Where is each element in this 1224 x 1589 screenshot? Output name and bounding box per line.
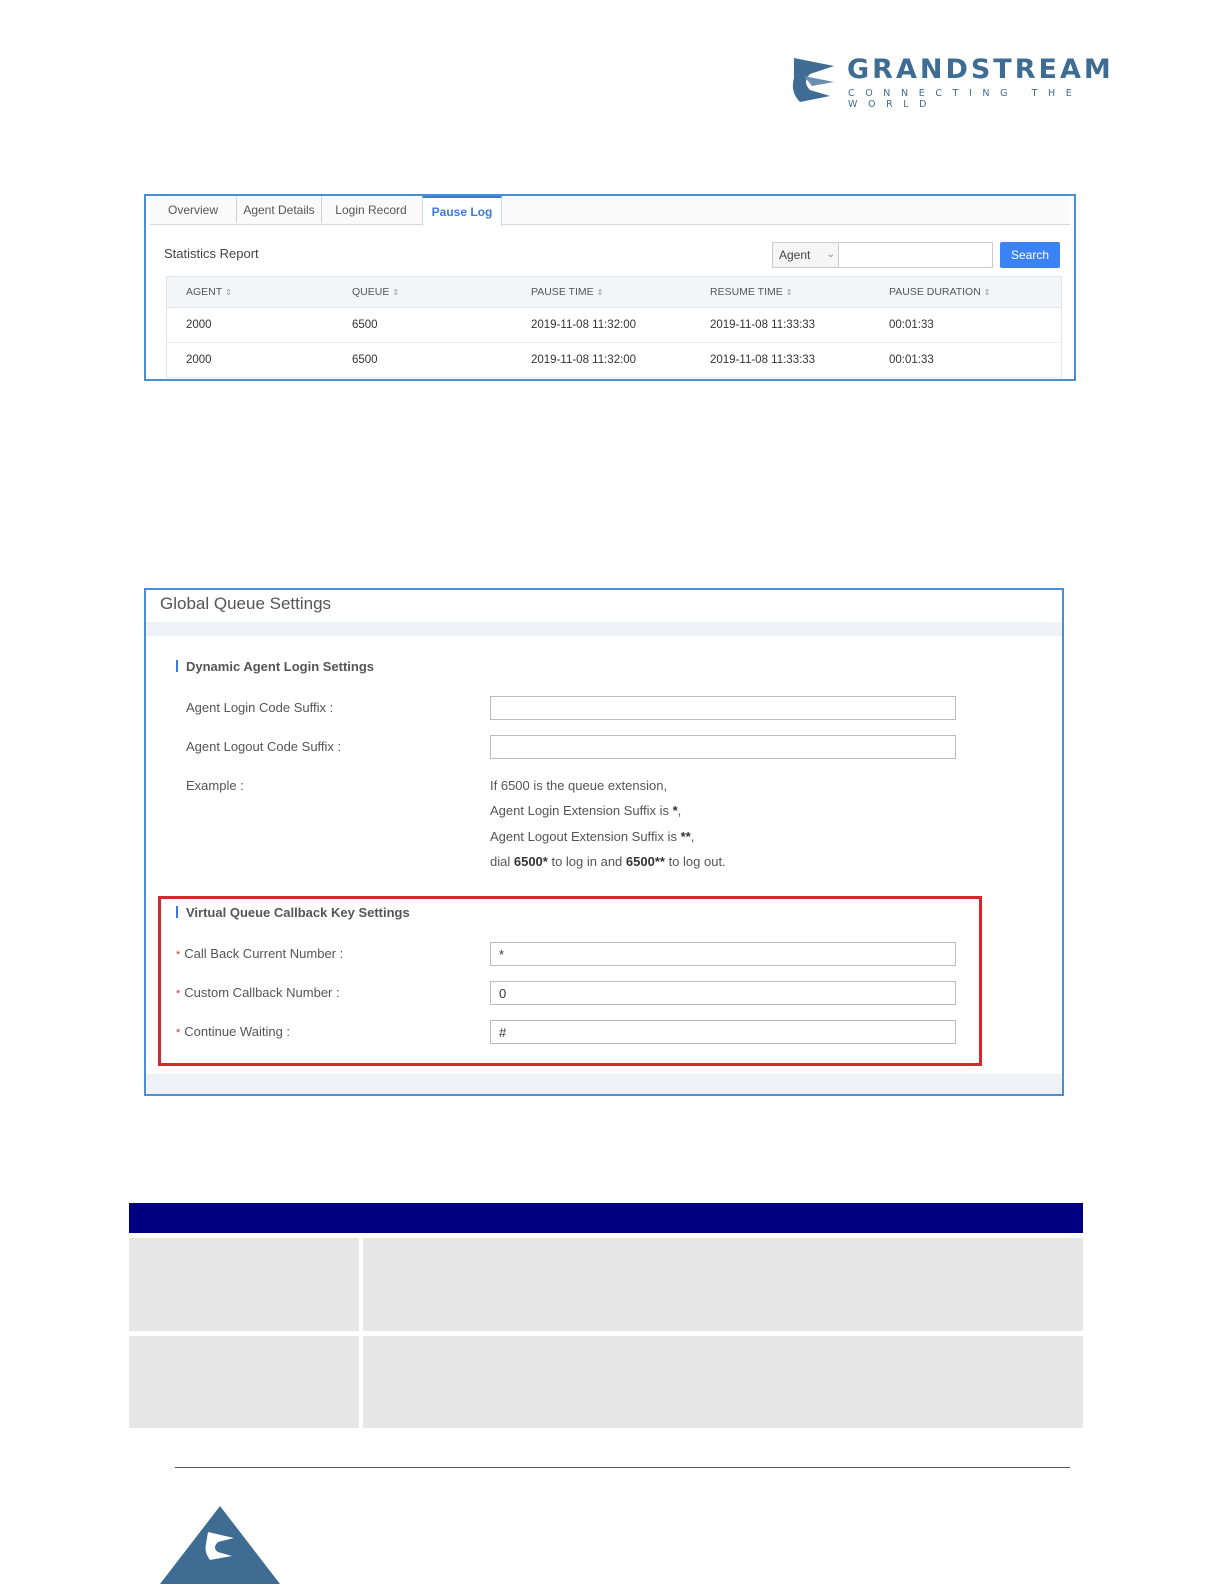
agent-logout-code-input[interactable] <box>490 735 956 759</box>
filter-select[interactable]: Agent ⌄ <box>772 242 842 268</box>
section-accent-bar <box>176 660 178 672</box>
column-header-resume-time[interactable]: RESUME TIME ⇕ <box>710 286 792 298</box>
cell-pause-duration: 00:01:33 <box>889 319 934 331</box>
cell-agent: 2000 <box>186 354 212 366</box>
cell-pause-time: 2019-11-08 11:32:00 <box>531 319 637 331</box>
column-header-pause-time[interactable]: PAUSE TIME ⇕ <box>531 286 603 298</box>
sort-icon: ⇕ <box>225 288 232 297</box>
dynamic-agent-login-heading: Dynamic Agent Login Settings <box>176 659 374 674</box>
required-mark: * <box>176 949 181 961</box>
grandstream-swirl-icon <box>792 58 834 102</box>
agent-login-code-input[interactable] <box>490 696 956 720</box>
sort-icon: ⇕ <box>983 288 991 297</box>
column-header-queue[interactable]: QUEUE ⇕ <box>352 286 399 298</box>
table-row: 2000 6500 2019-11-08 11:32:00 2019-11-08… <box>167 342 1061 378</box>
section-accent-bar <box>176 906 178 918</box>
search-input[interactable] <box>838 242 993 268</box>
cell-pause-time: 2019-11-08 11:32:00 <box>531 354 637 366</box>
description-table-cell <box>129 1336 359 1428</box>
grandstream-logo: GRANDSTREAM CONNECTING THE WORLD <box>790 52 1120 110</box>
search-button[interactable]: Search <box>1000 242 1060 268</box>
footer-divider <box>175 1467 1070 1468</box>
example-label: Example : <box>186 778 244 793</box>
cell-resume-time: 2019-11-08 11:33:33 <box>710 319 816 331</box>
description-table-cell <box>363 1336 1083 1428</box>
continue-waiting-input[interactable]: # <box>490 1020 956 1044</box>
agent-login-code-label: Agent Login Code Suffix : <box>186 700 334 715</box>
filter-select-value: Agent <box>779 248 811 262</box>
agent-logout-code-label: Agent Logout Code Suffix : <box>186 739 342 754</box>
cell-resume-time: 2019-11-08 11:33:33 <box>710 354 816 366</box>
chevron-down-icon: ⌄ <box>826 249 835 260</box>
required-mark: * <box>176 988 181 1000</box>
cell-queue: 6500 <box>352 354 378 366</box>
custom-callback-number-input[interactable]: 0 <box>490 981 956 1005</box>
sort-icon: ⇕ <box>392 288 400 297</box>
title-divider-band <box>146 622 1062 636</box>
page-title: Global Queue Settings <box>160 594 332 613</box>
custom-callback-number-label: * Custom Callback Number : <box>176 985 340 1000</box>
tab-bar: Overview Agent Details Login Record Paus… <box>150 196 1070 226</box>
cell-agent: 2000 <box>186 319 212 331</box>
column-header-agent[interactable]: AGENT ⇕ <box>186 286 232 298</box>
example-line-4: dial 6500* to log in and 6500** to log o… <box>490 854 726 869</box>
tab-agent-details[interactable]: Agent Details <box>237 196 322 223</box>
call-back-current-number-label: * Call Back Current Number : <box>176 946 344 961</box>
pause-log-screenshot: Overview Agent Details Login Record Paus… <box>144 194 1076 381</box>
cell-pause-duration: 00:01:33 <box>889 354 934 366</box>
tab-pause-log[interactable]: Pause Log <box>422 196 502 226</box>
sort-icon: ⇕ <box>596 288 604 297</box>
footer-band <box>146 1074 1062 1094</box>
brand-name: GRANDSTREAM <box>847 54 1114 85</box>
table-header: AGENT ⇕ QUEUE ⇕ PAUSE TIME ⇕ RESUME TIME ⇕ P… <box>167 277 1061 308</box>
tab-overview[interactable]: Overview <box>150 196 237 223</box>
pause-log-table: AGENT ⇕ QUEUE ⇕ PAUSE TIME ⇕ RESUME TIME ⇕ P… <box>166 276 1062 379</box>
statistics-report-title: Statistics Report <box>164 246 259 261</box>
continue-waiting-label: * Continue Waiting : <box>176 1024 291 1039</box>
example-line-2: Agent Login Extension Suffix is *, <box>490 803 682 818</box>
description-table-cell <box>363 1238 1083 1331</box>
call-back-current-number-input[interactable]: * <box>490 942 956 966</box>
required-mark: * <box>176 1027 181 1039</box>
footer-logo <box>160 1506 280 1584</box>
grandstream-triangle-icon <box>160 1506 280 1584</box>
tab-login-record[interactable]: Login Record <box>322 196 420 223</box>
description-table-cell <box>129 1238 359 1331</box>
example-line-3: Agent Logout Extension Suffix is **, <box>490 829 695 844</box>
column-header-pause-duration[interactable]: PAUSE DURATION ⇕ <box>889 286 991 298</box>
example-line-1: If 6500 is the queue extension, <box>490 778 668 793</box>
virtual-queue-callback-heading: Virtual Queue Callback Key Settings <box>176 905 410 920</box>
brand-tagline: CONNECTING THE WORLD <box>848 88 1083 110</box>
sort-icon: ⇕ <box>785 288 793 297</box>
cell-queue: 6500 <box>352 319 378 331</box>
table-row: 2000 6500 2019-11-08 11:32:00 2019-11-08… <box>167 307 1061 343</box>
description-table-header <box>129 1203 1083 1233</box>
global-queue-settings-screenshot: Global Queue Settings Dynamic Agent Logi… <box>144 588 1064 1096</box>
